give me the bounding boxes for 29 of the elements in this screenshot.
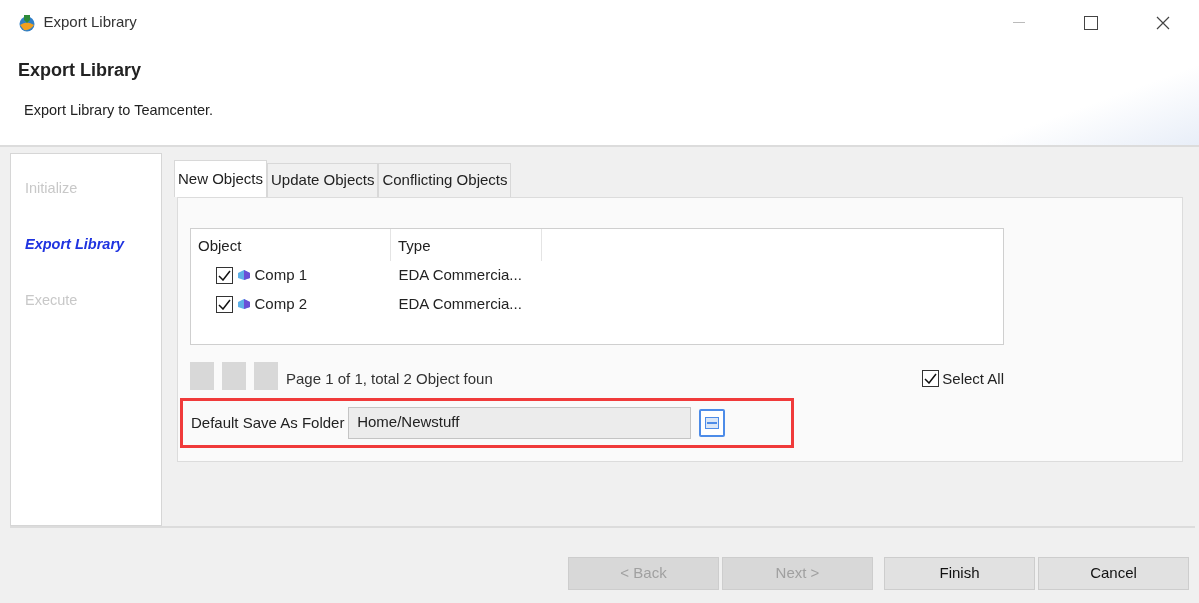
field-label: Default Save As Folder (191, 412, 345, 433)
step-item: Export Library (25, 235, 126, 254)
folder-browse-icon (704, 417, 719, 429)
tab[interactable]: Update Objects (267, 163, 379, 197)
folder-field[interactable]: Home/Newstuff (348, 407, 692, 439)
checkbox[interactable] (921, 370, 939, 388)
browse-button[interactable] (698, 409, 725, 437)
column-header[interactable]: Type (391, 228, 542, 261)
object-type: EDA Commercia... (397, 264, 522, 285)
select-all-label: Select All (942, 368, 1004, 389)
column-header[interactable]: Object (191, 228, 391, 261)
checkbox[interactable] (216, 295, 233, 313)
dialog-button[interactable]: Finish (884, 557, 1035, 590)
object-type: EDA Commercia... (397, 293, 522, 314)
object-name: Comp 2 (254, 293, 308, 314)
tab[interactable]: New Objects (174, 160, 268, 197)
page-title: Export Library (18, 59, 143, 82)
close-icon[interactable] (1156, 15, 1170, 30)
component-icon (236, 269, 251, 281)
page-status: Page 1 of 1, total 2 Object foun (286, 369, 493, 388)
app-logo-icon (18, 13, 36, 32)
tab[interactable]: Conflicting Objects (378, 163, 512, 197)
window-title: Export Library (43, 12, 137, 33)
checkbox[interactable] (216, 266, 233, 284)
object-name: Comp 1 (254, 264, 308, 285)
maximize-icon[interactable] (1084, 15, 1098, 30)
dialog-button[interactable]: Cancel (1038, 557, 1189, 590)
component-icon (236, 298, 251, 310)
page-subtitle: Export Library to Teamcenter. (23, 101, 215, 120)
